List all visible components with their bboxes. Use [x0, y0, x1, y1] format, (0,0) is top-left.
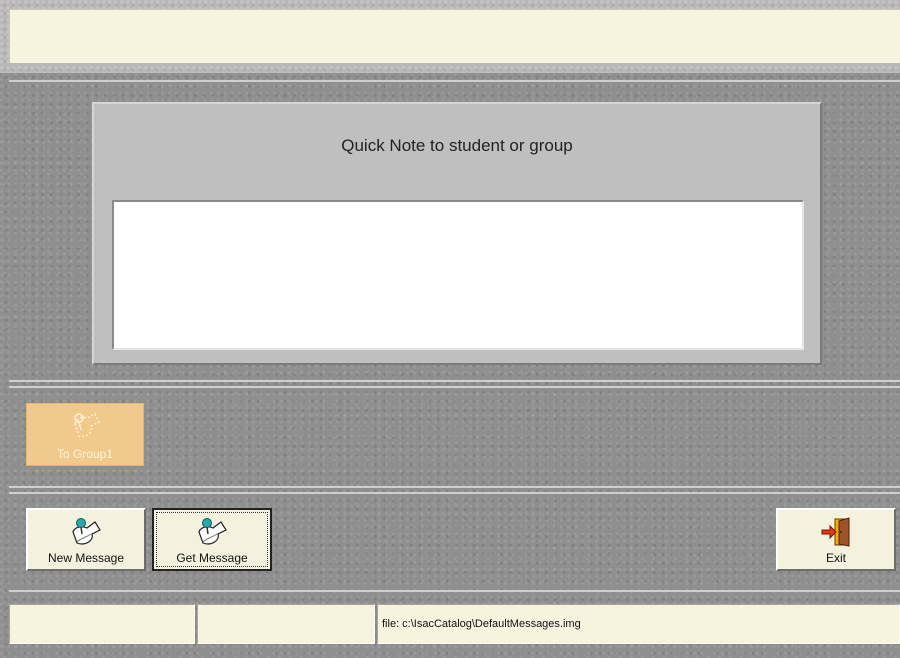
note-title: Quick Note to student or group — [341, 136, 573, 155]
note-text-input[interactable] — [112, 200, 804, 350]
exit-door-icon — [819, 516, 853, 551]
get-message-button[interactable]: Get Message — [152, 508, 272, 571]
note-box: Quick Note to student or group — [92, 102, 822, 365]
new-message-label: New Message — [47, 551, 125, 565]
pinned-note-icon — [69, 516, 103, 551]
button-panel: New Message Get Message Exit — [9, 492, 900, 592]
note-panel: Quick Note to student or group — [9, 80, 900, 382]
exit-button[interactable]: Exit — [776, 508, 896, 571]
status-bar: file: c:\IsacCatalog\DefaultMessages.img — [9, 604, 900, 644]
status-cell-2 — [197, 604, 375, 644]
group-panel: To Group1 — [9, 386, 900, 488]
get-message-label: Get Message — [176, 551, 248, 565]
to-group-label: To Group1 — [56, 447, 114, 461]
pinned-note-icon — [195, 516, 229, 551]
status-cell-1 — [9, 604, 195, 644]
group-pin-icon — [69, 410, 103, 445]
status-file-path: file: c:\IsacCatalog\DefaultMessages.img — [377, 604, 900, 644]
exit-label: Exit — [825, 551, 846, 565]
top-bar — [9, 9, 900, 63]
to-group-button[interactable]: To Group1 — [26, 403, 144, 466]
new-message-button[interactable]: New Message — [26, 508, 146, 571]
